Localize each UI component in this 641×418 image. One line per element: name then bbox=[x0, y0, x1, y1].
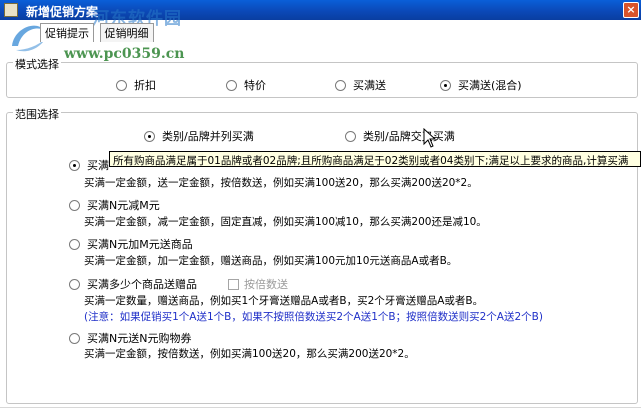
mode-radio-full-gift[interactable]: 买满送 bbox=[335, 77, 386, 93]
rule-description: 买满一定金额，减一定金额，固定直减，例如买满100减10，那么买满200还是减1… bbox=[84, 216, 487, 228]
radio-dot[interactable] bbox=[69, 278, 80, 290]
rule-radio-full-gift[interactable]: 买满 bbox=[69, 157, 109, 173]
mode-radio-special-price[interactable]: 特价 bbox=[226, 77, 266, 93]
rule-radio-full-coupon[interactable]: 买满N元送N元购物券 bbox=[69, 330, 191, 346]
watermark-url: www.pc0359.cn bbox=[64, 46, 185, 62]
radio-label: 买满多少个商品送赠品 bbox=[87, 278, 197, 291]
radio-dot[interactable] bbox=[69, 199, 80, 211]
radio-label: 买满N元减M元 bbox=[87, 199, 160, 212]
rule-description: 买满一定金额，加一定金额，赠送商品，例如买满100元加10元送商品A或者B。 bbox=[84, 255, 458, 267]
scope-tooltip: 所有购商品满足属于01品牌或者02品牌;且所购商品满足于02类别或者04类别下;… bbox=[109, 151, 641, 167]
radio-label: 特价 bbox=[244, 79, 266, 92]
mode-radio-full-gift-mixed[interactable]: 买满送(混合) bbox=[440, 77, 522, 93]
app-icon bbox=[4, 3, 18, 17]
close-button[interactable]: × bbox=[623, 2, 639, 18]
radio-label: 类别/品牌并列买满 bbox=[162, 130, 254, 143]
radio-label: 折扣 bbox=[134, 79, 156, 92]
radio-label: 买满N元加M元送商品 bbox=[87, 238, 193, 251]
radio-label: 买满N元送N元购物券 bbox=[87, 332, 192, 345]
radio-dot-selected[interactable] bbox=[144, 130, 155, 142]
rule-note: (注意：如果促销买1个A送1个B，如果不按照倍数送买2个A送1个B；按照倍数送则… bbox=[84, 311, 543, 323]
mode-radio-discount[interactable]: 折扣 bbox=[116, 77, 156, 93]
scope-group-legend: 范围选择 bbox=[13, 106, 61, 122]
radio-label: 买满送(混合) bbox=[458, 79, 522, 92]
radio-dot-selected[interactable] bbox=[69, 159, 80, 171]
multiple-gift-checkbox[interactable]: 按倍数送 bbox=[228, 276, 288, 292]
checkbox-label: 按倍数送 bbox=[244, 278, 288, 291]
radio-dot[interactable] bbox=[69, 238, 80, 250]
tab-strip: 促销提示 促销明细 bbox=[40, 23, 156, 42]
radio-dot[interactable] bbox=[116, 79, 127, 91]
radio-label: 类别/品牌交叉买满 bbox=[363, 130, 455, 143]
mode-group bbox=[6, 62, 638, 98]
scope-radio-cross[interactable]: 类别/品牌交叉买满 bbox=[345, 128, 455, 144]
rule-description: 买满一定数量，赠送商品，例如买1个牙膏送赠品A或者B，买2个牙膏送赠品A或者B。 bbox=[84, 295, 484, 307]
tab-promo-details[interactable]: 促销明细 bbox=[99, 23, 154, 42]
rule-radio-full-plus-gift[interactable]: 买满N元加M元送商品 bbox=[69, 236, 193, 252]
radio-dot[interactable] bbox=[345, 130, 356, 142]
radio-dot[interactable] bbox=[69, 332, 80, 344]
rule-description: 买满一定金额，按倍数送，例如买满100送20，那么买满200送20*2。 bbox=[84, 348, 415, 360]
radio-label: 买满 bbox=[87, 159, 109, 172]
scope-radio-parallel[interactable]: 类别/品牌并列买满 bbox=[144, 128, 254, 144]
radio-dot[interactable] bbox=[226, 79, 237, 91]
rule-radio-full-minus[interactable]: 买满N元减M元 bbox=[69, 197, 160, 213]
rule-radio-quantity-gift[interactable]: 买满多少个商品送赠品 bbox=[69, 276, 197, 292]
tab-promo-tips[interactable]: 促销提示 bbox=[40, 23, 94, 42]
mouse-cursor-icon bbox=[423, 128, 437, 148]
radio-dot[interactable] bbox=[335, 79, 346, 91]
checkbox-box[interactable] bbox=[228, 278, 239, 290]
radio-dot-selected[interactable] bbox=[440, 79, 451, 91]
radio-label: 买满送 bbox=[353, 79, 386, 92]
bottom-divider bbox=[0, 407, 641, 408]
rule-description: 买满一定金额，送一定金额，按倍数送，例如买满100送20，那么买满200送20*… bbox=[84, 177, 478, 189]
mode-group-legend: 模式选择 bbox=[13, 56, 61, 72]
